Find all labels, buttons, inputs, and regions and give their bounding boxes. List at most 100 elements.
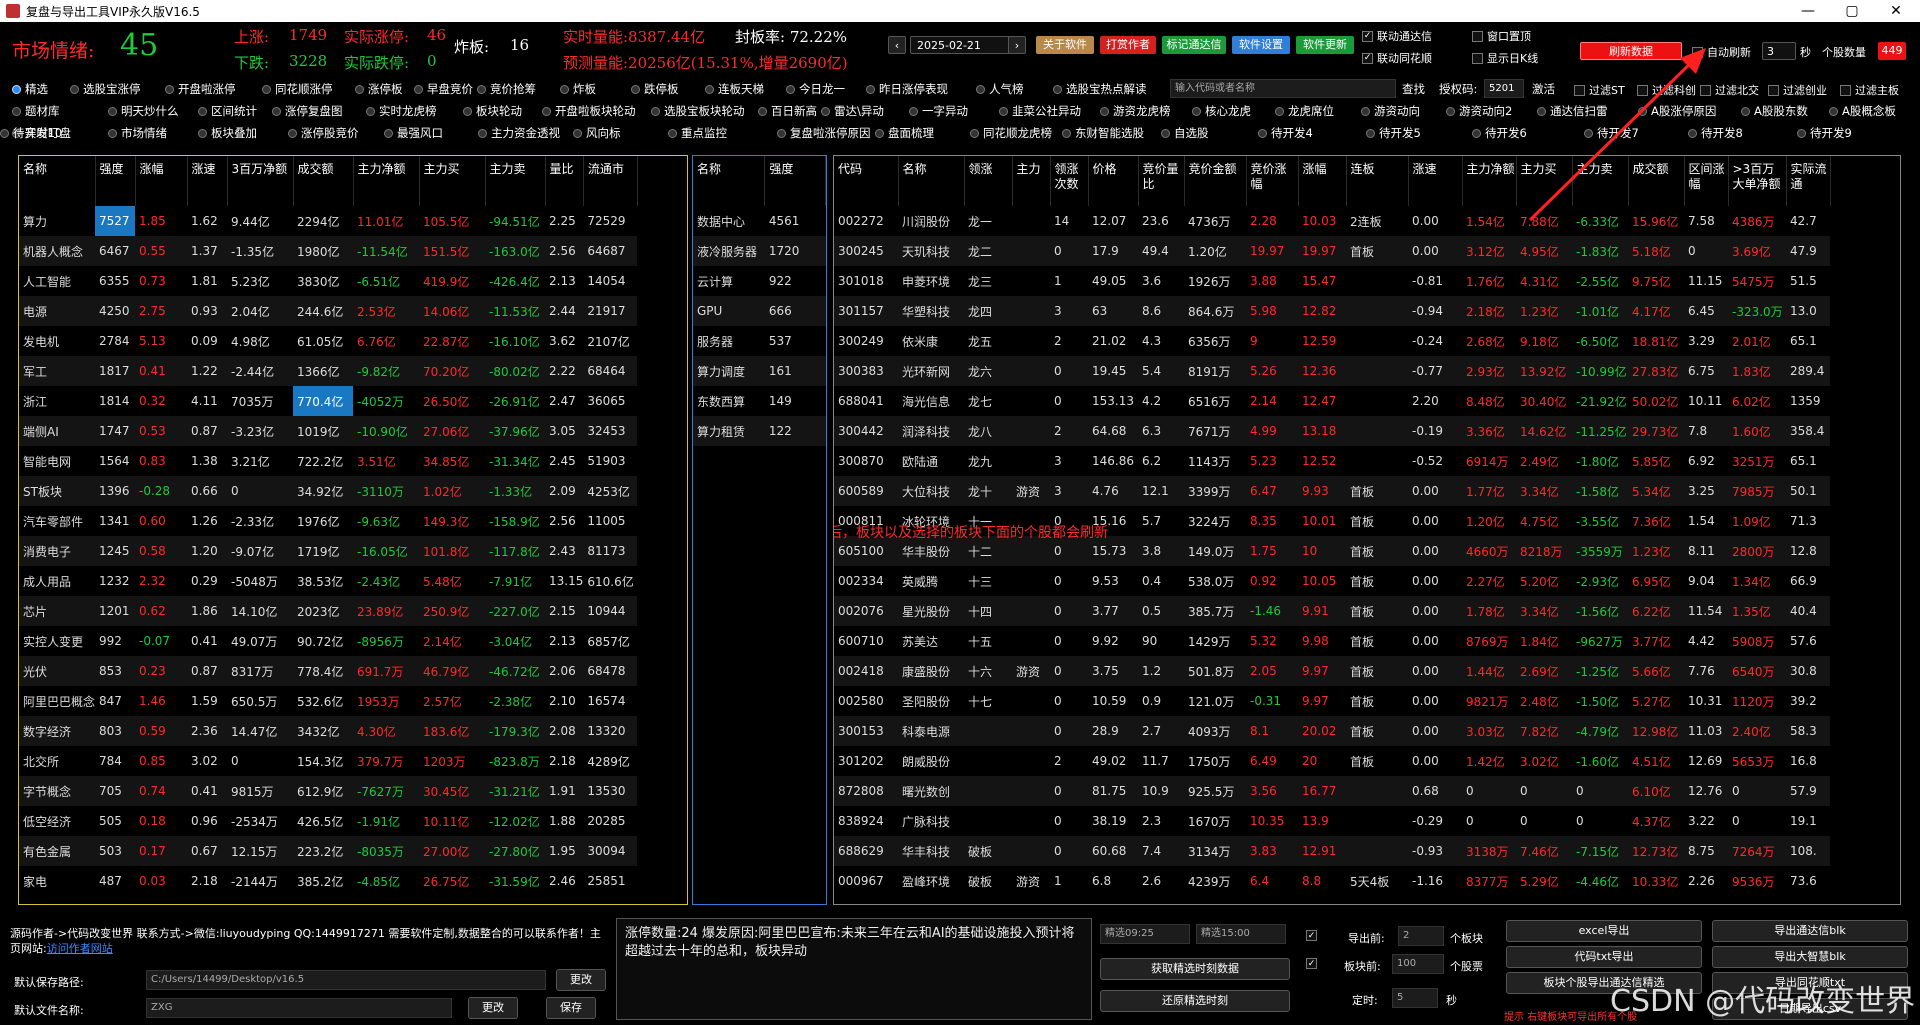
minimize-button[interactable]: — bbox=[1786, 0, 1830, 22]
filter-row2-11[interactable]: 韭菜公社异动 bbox=[999, 103, 1081, 119]
table-row[interactable]: 智能电网 1564 0.83 1.38 3.21亿 722.2亿 3.51亿 34.85亿 -3… bbox=[19, 446, 637, 476]
column-header[interactable]: 主力净额 bbox=[353, 156, 420, 206]
table-row[interactable]: 301018 申菱环境 龙三 1 49.05 3.6 1926万 3.88 15.47 -0.81… bbox=[834, 266, 1830, 296]
column-header[interactable]: 代码 bbox=[834, 156, 899, 206]
auto-refresh-checkbox[interactable]: 自动刷新 bbox=[1692, 44, 1751, 60]
column-header[interactable]: 名称 bbox=[693, 156, 766, 206]
header-button-0[interactable]: 关于软件 bbox=[1036, 36, 1094, 54]
table-row[interactable]: 浙江 1814 0.32 4.11 7035万 770.4亿 -4052万 26.50亿 -26… bbox=[19, 386, 637, 416]
filter-row2-0[interactable]: 题材库 bbox=[12, 103, 60, 119]
filter-row2-10[interactable]: 一字异动 bbox=[909, 103, 968, 119]
filter-row3-8[interactable]: 复盘啦涨停原因 bbox=[777, 125, 871, 141]
filter-row2-7[interactable]: 选股宝板块轮动 bbox=[651, 103, 745, 119]
auth-input[interactable]: 5201 bbox=[1484, 79, 1524, 98]
filter-row3-12[interactable]: 自选股 bbox=[1161, 125, 1209, 141]
save-button[interactable]: 保存 bbox=[546, 997, 596, 1019]
filter-row2-2[interactable]: 区间统计 bbox=[198, 103, 257, 119]
activate-button[interactable]: 激活 bbox=[1532, 81, 1555, 97]
header-button-2[interactable]: 标记通达信 bbox=[1162, 36, 1226, 54]
table-row[interactable]: 端侧AI 1747 0.53 0.87 -3.23亿 1019亿 -10.90亿 27.06亿… bbox=[19, 416, 638, 446]
table-row[interactable]: 芯片 1201 0.62 1.86 14.10亿 2023亿 23.89亿 250.9亿 -22… bbox=[19, 596, 638, 626]
table-row[interactable]: 消费电子 1245 0.58 1.20 -9.07亿 1719亿 -16.05亿 101.8亿… bbox=[19, 536, 638, 566]
filter-row2-4[interactable]: 实时龙虎榜 bbox=[366, 103, 437, 119]
column-header[interactable]: 强度 bbox=[764, 156, 826, 206]
table-row[interactable]: 600710 苏美达 十五 0 9.92 90 1429万 5.32 9.98 首板 0.00 876… bbox=[834, 626, 1830, 656]
filter-row1-11[interactable]: 昨日涨停表现 bbox=[866, 81, 948, 97]
filter-row3-6[interactable]: 风向标 bbox=[573, 125, 621, 141]
filter-row2-17[interactable]: 通达信扫雷 bbox=[1537, 103, 1608, 119]
filter-check-2[interactable]: 过滤北交 bbox=[1700, 82, 1759, 98]
table-row[interactable]: 光伏 853 0.23 0.87 8317万 778.4亿 691.7万 46.79亿 -46.… bbox=[19, 656, 638, 686]
table-row[interactable]: 600589 大位科技 龙十 游资 3 4.76 12.1 3399万 6.47 9.93 首板 0.… bbox=[834, 476, 1830, 506]
column-header[interactable]: 领涨 bbox=[964, 156, 1013, 206]
filter-row2-14[interactable]: 龙虎席位 bbox=[1275, 103, 1334, 119]
table-row[interactable]: 300153 科泰电源 0 28.9 2.7 4093万 8.1 20.02 首板 0.00 3.0… bbox=[834, 716, 1830, 746]
filter-row2-19[interactable]: A股股东数 bbox=[1741, 103, 1808, 119]
search-input[interactable]: 输入代码或者名称 bbox=[1170, 79, 1396, 98]
filter-row3-10[interactable]: 同花顺龙虎榜 bbox=[970, 125, 1052, 141]
table-row[interactable]: 算力租赁 122 bbox=[693, 416, 826, 446]
table-row[interactable]: 阿里巴巴概念 847 1.46 1.59 650.5万 532.6亿 1953万 2.57亿 -… bbox=[19, 686, 637, 716]
refresh-data-button[interactable]: 刷新数据 bbox=[1580, 42, 1682, 60]
get-pick-data-button[interactable]: 获取精选时刻数据 bbox=[1100, 958, 1290, 980]
table-row[interactable]: 东数西算 149 bbox=[693, 386, 826, 416]
filter-row1-13[interactable]: 选股宝热点解读 bbox=[1053, 81, 1147, 97]
table-row[interactable]: 300249 依米康 龙五 2 21.02 4.3 6356万 9 12.59 -0.24 2.68… bbox=[834, 326, 1830, 356]
search-button[interactable]: 查找 bbox=[1402, 81, 1425, 97]
filter-row2-9[interactable]: 雷达\异动 bbox=[821, 103, 884, 119]
export-dzh-blk-button[interactable]: 导出大智慧blk bbox=[1712, 946, 1908, 968]
filter-row3-7[interactable]: 重点监控 bbox=[668, 125, 727, 141]
export-tdx-blk-button[interactable]: 导出通达信blk bbox=[1712, 920, 1908, 942]
table-row[interactable]: 家电 487 0.03 2.18 -2144万 385.2亿 -4.85亿 26.75亿 -31… bbox=[19, 866, 637, 896]
column-header[interactable]: 主力净额 bbox=[1462, 156, 1517, 206]
table-row[interactable]: 低空经济 505 0.18 0.96 -2534万 426.5亿 -1.91亿 10.11亿 -… bbox=[19, 806, 637, 836]
header-button-3[interactable]: 软件设置 bbox=[1232, 36, 1290, 54]
column-header[interactable]: 成交额 bbox=[293, 156, 354, 206]
maximize-button[interactable]: ▢ bbox=[1830, 0, 1874, 22]
table-row[interactable]: 300870 欧陆通 龙九 3 146.86 6.2 1143万 5.23 12.52 -0.52… bbox=[834, 446, 1830, 476]
filter-check-1[interactable]: 过滤科创 bbox=[1637, 82, 1696, 98]
excel-export-button[interactable]: excel导出 bbox=[1506, 920, 1702, 942]
filter-row3-14[interactable]: 待开发5 bbox=[1366, 125, 1421, 141]
column-header[interactable]: 流通市 bbox=[583, 156, 638, 206]
table-row[interactable]: 北交所 784 0.85 3.02 0 154.3亿 379.7万 1203万 -823.8万 2… bbox=[19, 746, 637, 776]
column-header[interactable]: 涨速 bbox=[187, 156, 228, 206]
code-txt-export-button[interactable]: 代码txt导出 bbox=[1506, 946, 1702, 968]
date-picker[interactable]: 2025-02-21 bbox=[910, 36, 1016, 54]
table-row[interactable]: 电源 4250 2.75 0.93 2.04亿 244.6亿 2.53亿 14.06亿 -11.… bbox=[19, 296, 638, 326]
filter-row1-2[interactable]: 开盘啦涨停 bbox=[165, 81, 236, 97]
filter-row2-16[interactable]: 游资动向2 bbox=[1446, 103, 1512, 119]
filter-row2-13[interactable]: 核心龙虎 bbox=[1192, 103, 1251, 119]
column-header[interactable]: 涨幅 bbox=[135, 156, 188, 206]
column-header[interactable]: >3百万大单净额 bbox=[1728, 156, 1787, 206]
export-first-input[interactable]: 2 bbox=[1398, 926, 1444, 946]
sector-first-input[interactable]: 100 bbox=[1392, 954, 1444, 974]
table-row[interactable]: 汽车零部件 1341 0.60 1.26 -2.33亿 1976亿 -9.63亿 149.3亿… bbox=[19, 506, 637, 536]
filter-check-0[interactable]: 过滤ST bbox=[1574, 82, 1625, 98]
filter-row3-5[interactable]: 主力资金透视 bbox=[478, 125, 560, 141]
export-first-checkbox[interactable]: ✓ bbox=[1306, 930, 1321, 941]
filter-row1-9[interactable]: 连板天梯 bbox=[705, 81, 764, 97]
header-check-0[interactable]: ✓ 联动通达信 bbox=[1362, 28, 1432, 44]
filter-row2-5[interactable]: 板块轮动 bbox=[463, 103, 522, 119]
filter-row2-3[interactable]: 涨停复盘图 bbox=[272, 103, 343, 119]
filter-row2-15[interactable]: 游资动向 bbox=[1361, 103, 1420, 119]
column-header[interactable]: 区间涨幅 bbox=[1684, 156, 1729, 206]
column-header[interactable]: 主力买 bbox=[1516, 156, 1573, 206]
table-row[interactable]: 300442 润泽科技 龙八 2 64.68 6.3 7671万 4.99 13.18 -0.19… bbox=[834, 416, 1830, 446]
table-row[interactable]: 算力调度 161 bbox=[693, 356, 826, 386]
table-row[interactable]: 002272 川润股份 龙一 14 12.07 23.6 4736万 2.28 10.03 2连板… bbox=[834, 206, 1830, 236]
column-header[interactable]: 主力买 bbox=[419, 156, 486, 206]
table-row[interactable]: 云计算 922 bbox=[693, 266, 826, 296]
filter-row3-4[interactable]: 最强风口 bbox=[384, 125, 443, 141]
filter-row1-5[interactable]: 早盘竞价 bbox=[414, 81, 473, 97]
column-header[interactable]: 价格 bbox=[1088, 156, 1139, 206]
filter-row3-17[interactable]: 待开发8 bbox=[1688, 125, 1743, 141]
table-row[interactable]: ST板块 1396 -0.28 0.66 0 34.92亿 -3110万 1.02亿 -1.33… bbox=[19, 476, 638, 506]
column-header[interactable]: 竞价量比 bbox=[1138, 156, 1185, 206]
filter-row1-7[interactable]: 炸板 bbox=[560, 81, 596, 97]
header-button-4[interactable]: 软件更新 bbox=[1296, 36, 1354, 54]
filter-row2-20[interactable]: A股概念板 bbox=[1829, 103, 1896, 119]
author-link[interactable]: 访问作者网站 bbox=[47, 942, 113, 955]
filter-check-3[interactable]: 过滤创业 bbox=[1768, 82, 1827, 98]
